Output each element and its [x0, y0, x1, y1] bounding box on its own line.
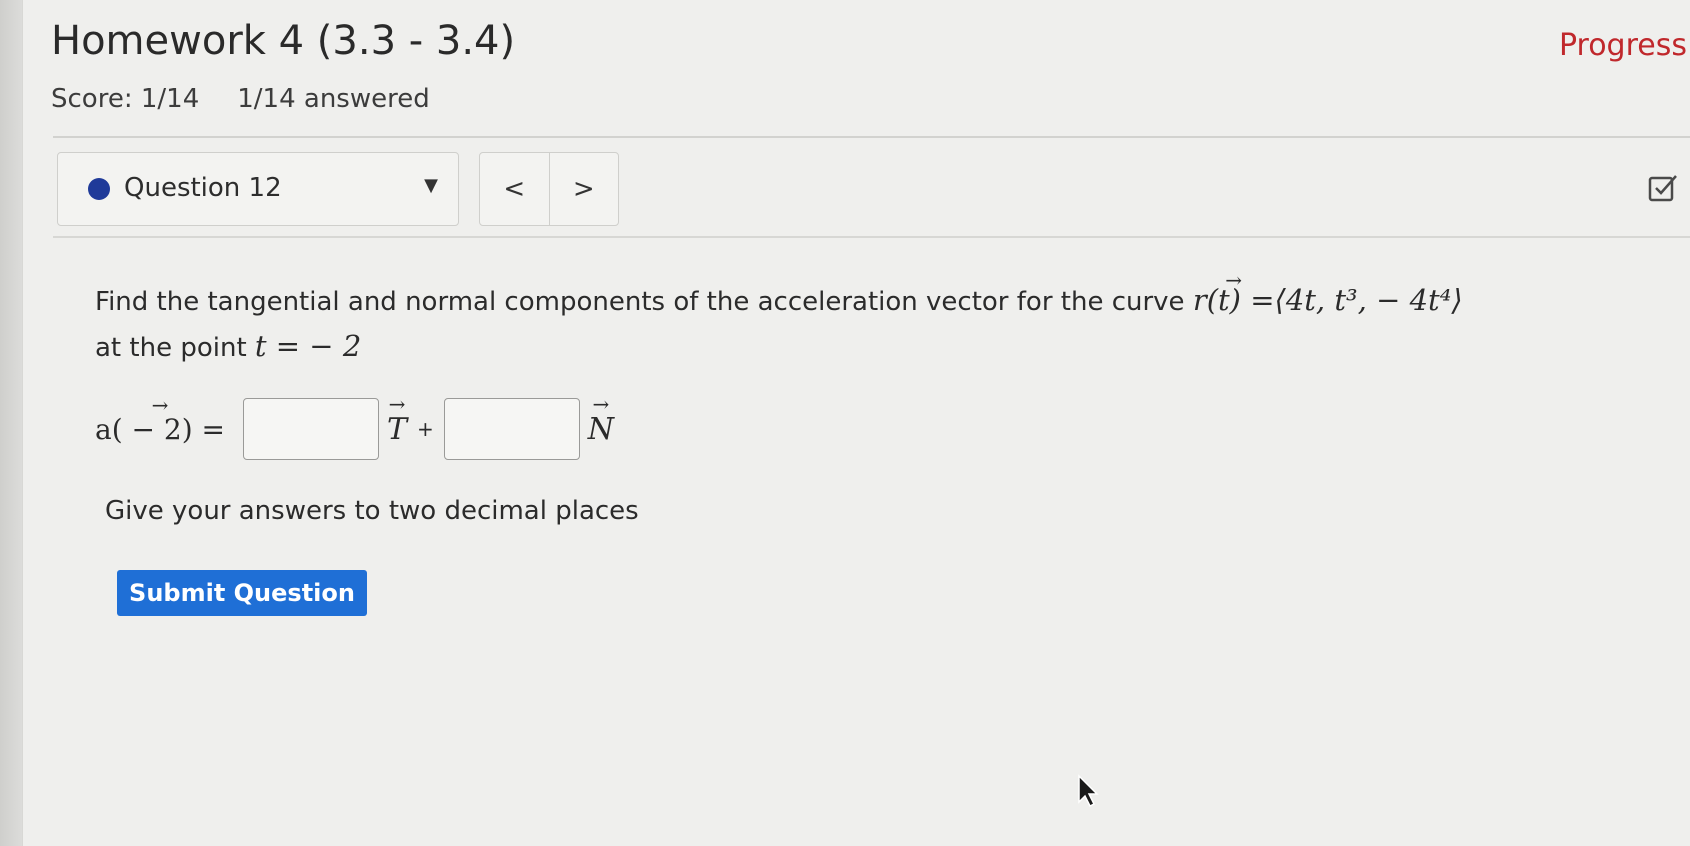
curve-lhs: r(t) = [1193, 278, 1275, 322]
point-prefix: at the point [95, 333, 255, 363]
check-square-icon[interactable] [1647, 172, 1679, 204]
next-question-button[interactable]: > [548, 153, 619, 225]
homework-page: Homework 4 (3.3 - 3.4) Progress Score: 1… [22, 0, 1690, 846]
score-row: Score: 1/14 1/14 answered [51, 84, 430, 114]
answer-row: a( − 2) = T + N [95, 396, 624, 462]
question-select[interactable]: Question 12 ▼ [57, 152, 459, 226]
answered-text: 1/14 answered [237, 84, 430, 114]
browser-left-edge [0, 0, 22, 846]
divider [53, 236, 1690, 238]
question-text: Find the tangential and normal component… [95, 278, 1595, 370]
point-value: t = − 2 [254, 329, 362, 363]
plus-sign: + [417, 417, 434, 441]
progress-link[interactable]: Progress [1559, 28, 1687, 63]
question-status-dot-icon [88, 178, 110, 200]
mouse-pointer-icon [1078, 774, 1099, 808]
normal-component-input[interactable] [443, 398, 580, 460]
question-nav-group: < > [479, 152, 619, 226]
page-title: Homework 4 (3.3 - 3.4) [51, 18, 516, 64]
question-select-label: Question 12 [124, 173, 282, 203]
score-text: Score: 1/14 [51, 84, 200, 114]
divider [53, 136, 1690, 138]
question-prompt: Find the tangential and normal component… [95, 287, 1193, 317]
instructions-text: Give your answers to two decimal places [105, 496, 639, 526]
acceleration-label: a( − 2) = [95, 413, 225, 446]
curve-equation: r(t) = ⟨4t, t³, − 4t⁴⟩ [1193, 283, 1463, 317]
unit-normal-symbol: N [588, 412, 614, 447]
tangential-component-input[interactable] [242, 398, 379, 460]
curve-rhs: ⟨4t, t³, − 4t⁴⟩ [1274, 283, 1463, 317]
unit-tangent-symbol: T [387, 412, 407, 447]
submit-question-button[interactable]: Submit Question [117, 570, 367, 616]
previous-question-button[interactable]: < [480, 153, 549, 225]
caret-down-icon: ▼ [424, 175, 438, 196]
